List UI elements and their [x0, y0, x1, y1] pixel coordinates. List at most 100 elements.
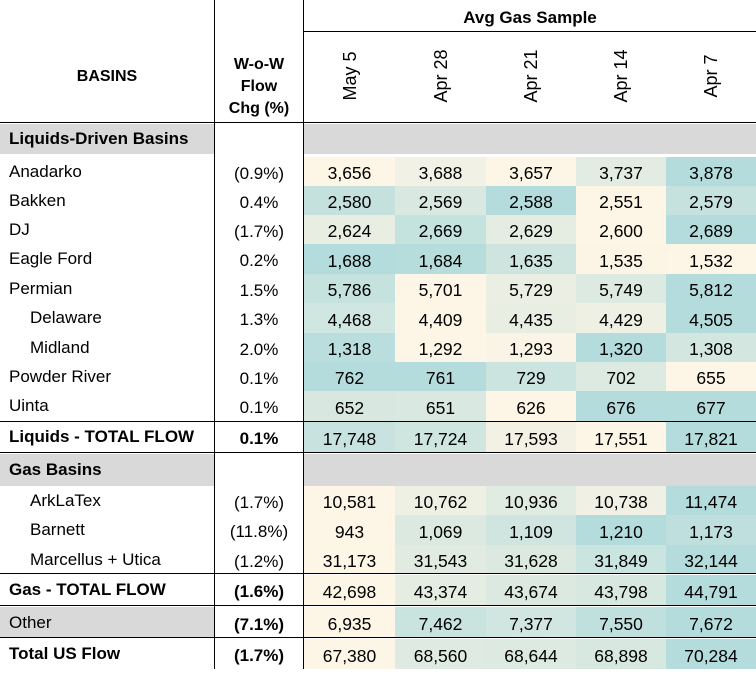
rule-line [303, 0, 304, 669]
value-cell: 729 [486, 362, 576, 391]
value-cell: 68,898 [576, 639, 666, 669]
rule-line [303, 31, 756, 32]
value-cell: 943 [304, 515, 395, 545]
value-cell: 2,689 [666, 215, 756, 244]
basin-label: Anadarko [9, 162, 82, 181]
date-header-1: Apr 28 [430, 49, 451, 103]
value-cell: 5,701 [395, 274, 486, 303]
value-cell: 2,629 [486, 215, 576, 244]
wow-header-line-2: Flow [240, 78, 278, 95]
value-cell: 1,109 [486, 515, 576, 545]
value-cell: 4,435 [486, 303, 576, 333]
value-cell: 17,593 [486, 422, 576, 452]
value-cell: 1,293 [486, 333, 576, 362]
basin-label: Powder River [9, 367, 112, 386]
value-cell: 31,628 [486, 545, 576, 574]
basin-label: Barnett [30, 520, 85, 539]
section-bg [304, 454, 756, 486]
rule-line [0, 605, 756, 606]
value-cell: 17,724 [395, 422, 486, 452]
value-cell: 7,550 [576, 607, 666, 638]
value-cell: 761 [395, 362, 486, 391]
wow-change: (0.9%) [233, 164, 285, 183]
value-cell: 5,786 [304, 274, 395, 303]
wow-change: 1.3% [239, 310, 279, 329]
wow-change: 0.4% [239, 193, 279, 212]
rule-line [0, 573, 756, 574]
value-cell: 2,669 [395, 215, 486, 244]
value-cell: 10,762 [395, 486, 486, 515]
rule-line [0, 122, 756, 123]
wow-change: 0.1% [239, 369, 279, 388]
value-cell: 3,878 [666, 157, 756, 186]
value-cell: 1,532 [666, 244, 756, 274]
section-label: Gas Basins [9, 460, 102, 479]
basins-header: BASINS [76, 68, 138, 85]
value-cell: 5,812 [666, 274, 756, 303]
basin-label: Delaware [30, 308, 102, 327]
basin-label: Marcellus + Utica [30, 550, 161, 569]
value-cell: 32,144 [666, 545, 756, 574]
value-cell: 2,579 [666, 186, 756, 215]
rule-line [0, 452, 756, 453]
value-cell: 1,069 [395, 515, 486, 545]
value-cell: 651 [395, 391, 486, 421]
wow-change: (7.1%) [233, 615, 285, 634]
total-label: Gas - TOTAL FLOW [9, 580, 166, 599]
value-cell: 1,535 [576, 244, 666, 274]
rule-line [0, 637, 756, 638]
wow-header-line-3: Chg (%) [228, 100, 290, 117]
value-cell: 2,551 [576, 186, 666, 215]
wow-header: W-o-W Flow Chg (%) [215, 54, 303, 120]
value-cell: 4,409 [395, 303, 486, 333]
value-cell: 31,543 [395, 545, 486, 574]
value-cell: 1,320 [576, 333, 666, 362]
value-cell: 3,657 [486, 157, 576, 186]
wow-change: 0.1% [239, 429, 279, 448]
value-cell: 43,374 [395, 575, 486, 605]
value-cell: 2,588 [486, 186, 576, 215]
value-cell: 676 [576, 391, 666, 421]
basin-label: Eagle Ford [9, 249, 93, 268]
value-cell: 5,729 [486, 274, 576, 303]
value-cell: 31,173 [304, 545, 395, 574]
basin-label: DJ [9, 220, 30, 239]
value-cell: 1,684 [395, 244, 486, 274]
value-cell: 4,429 [576, 303, 666, 333]
group-title: Avg Gas Sample [463, 8, 597, 27]
section-label: Liquids-Driven Basins [9, 129, 189, 148]
value-cell: 2,624 [304, 215, 395, 244]
basin-label: ArkLaTex [30, 491, 101, 510]
value-cell: 652 [304, 391, 395, 421]
wow-change: (1.6%) [233, 582, 285, 601]
value-cell: 17,551 [576, 422, 666, 452]
wow-change: 0.1% [239, 398, 279, 417]
date-header-4: Apr 7 [701, 54, 721, 98]
value-cell: 2,600 [576, 215, 666, 244]
total-label: Liquids - TOTAL FLOW [9, 427, 195, 446]
value-cell: 3,737 [576, 157, 666, 186]
value-cell: 4,505 [666, 303, 756, 333]
value-cell: 655 [666, 362, 756, 391]
value-cell: 762 [304, 362, 395, 391]
value-cell: 17,821 [666, 422, 756, 452]
value-cell: 4,468 [304, 303, 395, 333]
value-cell: 6,935 [304, 607, 395, 638]
value-cell: 44,791 [666, 575, 756, 605]
wow-change: (1.7%) [233, 222, 285, 241]
value-cell: 677 [666, 391, 756, 421]
wow-change: 2.0% [239, 340, 279, 359]
rule-line [0, 421, 756, 422]
value-cell: 626 [486, 391, 576, 421]
value-cell: 42,698 [304, 575, 395, 605]
value-cell: 2,569 [395, 186, 486, 215]
value-cell: 43,798 [576, 575, 666, 605]
value-cell: 11,474 [666, 486, 756, 515]
wow-change: (1.7%) [233, 646, 285, 665]
value-cell: 2,580 [304, 186, 395, 215]
value-cell: 70,284 [666, 639, 756, 669]
value-cell: 17,748 [304, 422, 395, 452]
value-cell: 7,462 [395, 607, 486, 638]
section-bg [304, 124, 756, 154]
value-cell: 7,377 [486, 607, 576, 638]
